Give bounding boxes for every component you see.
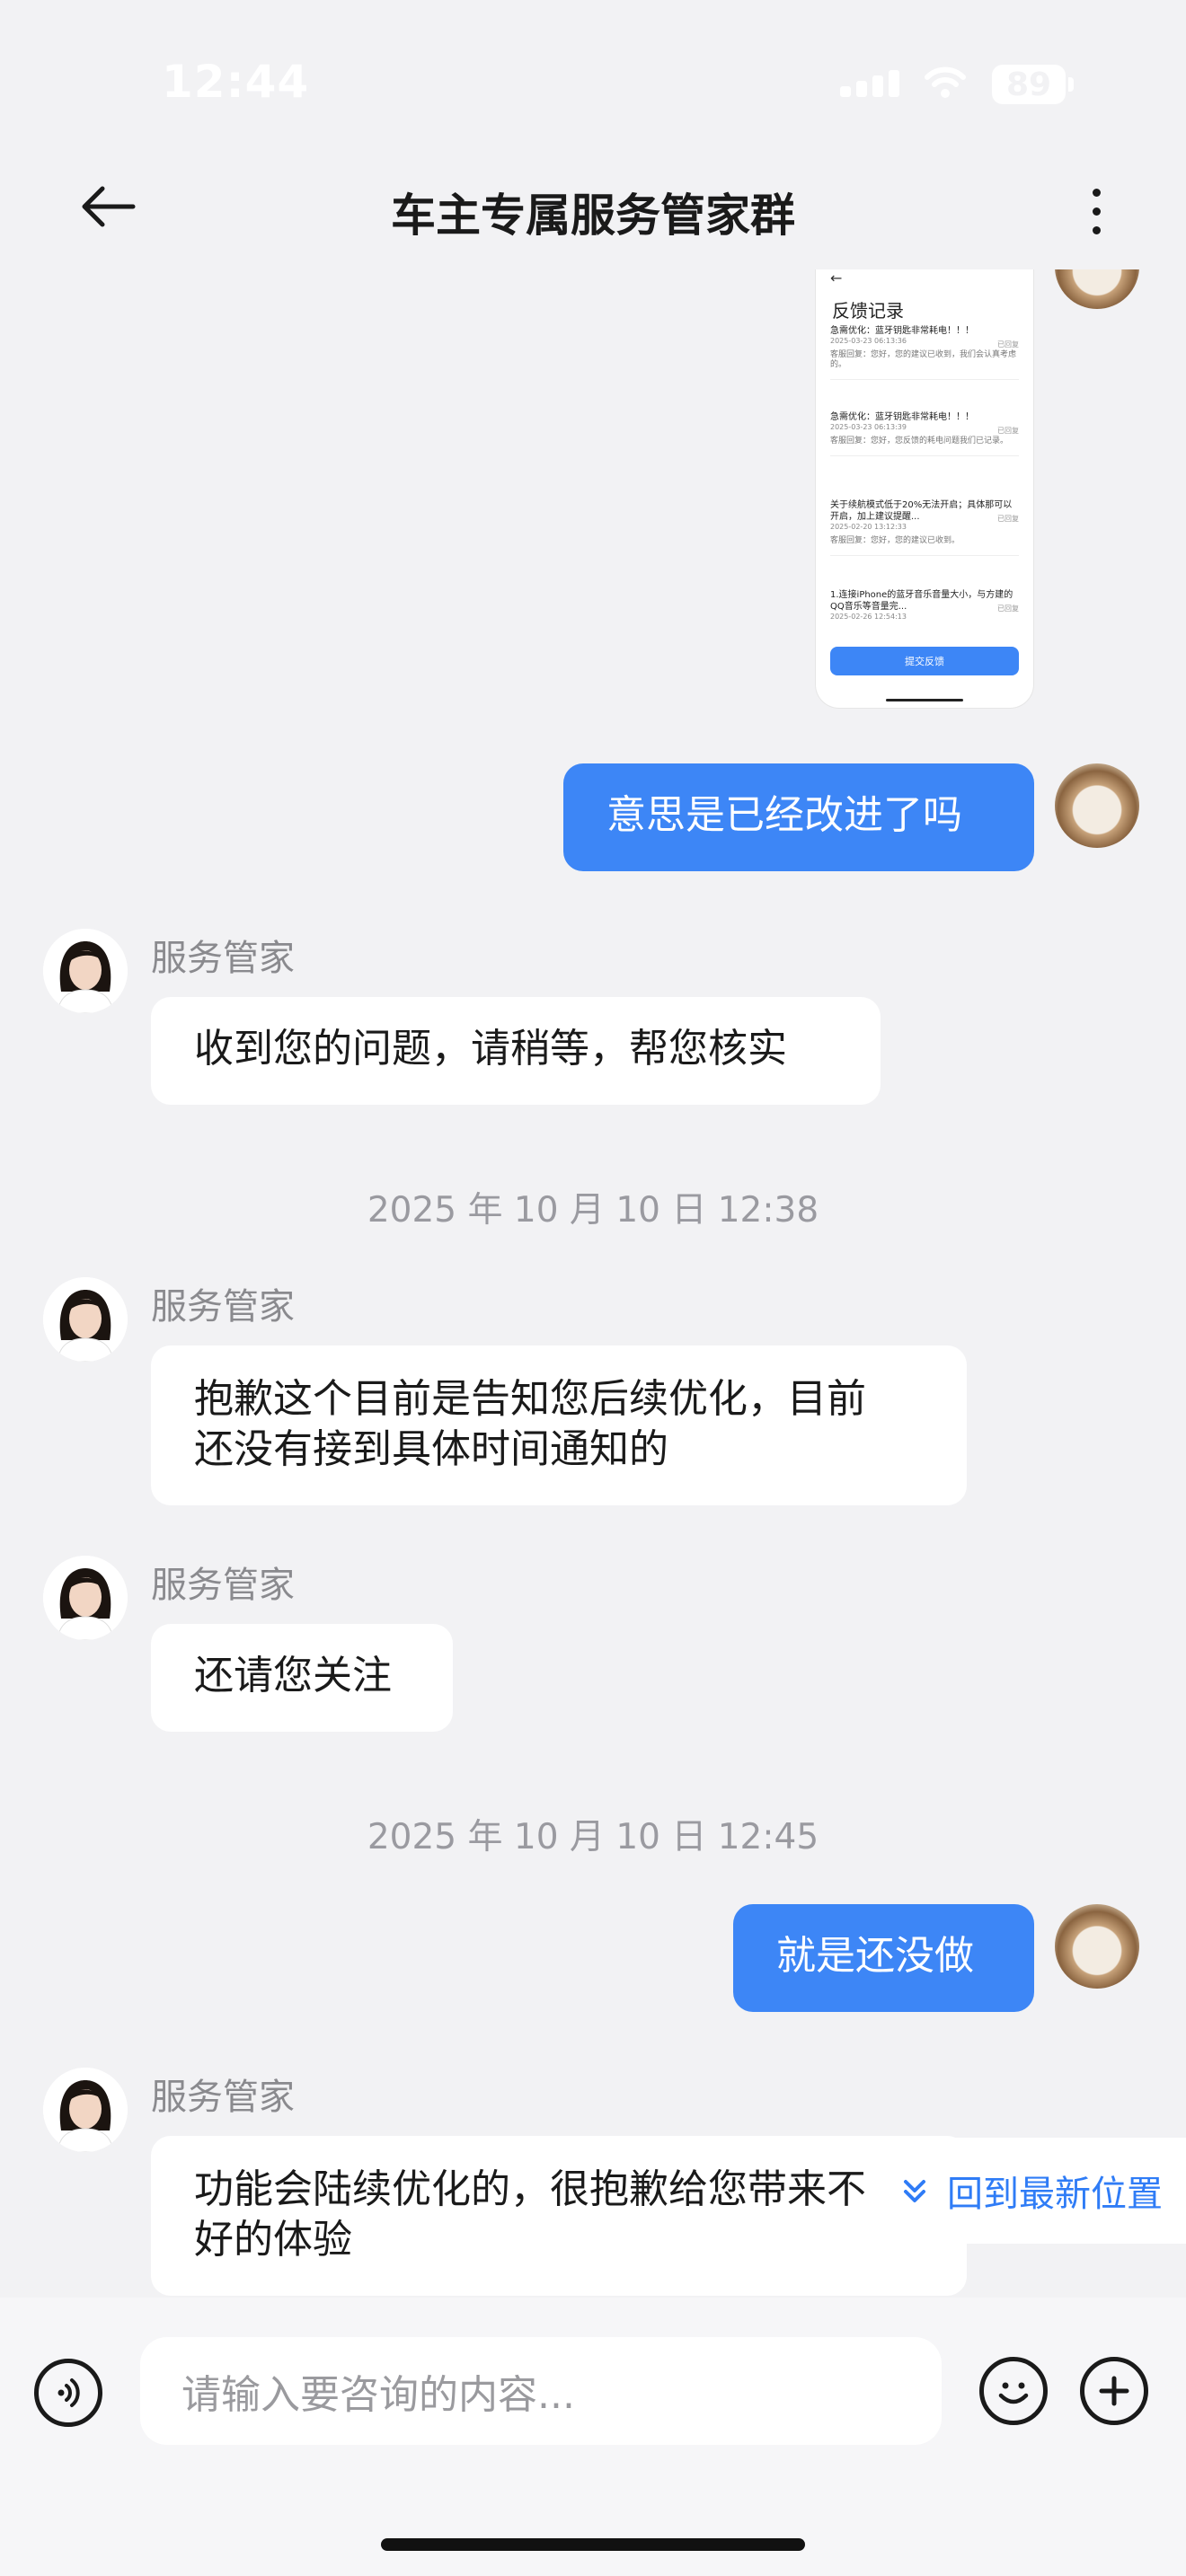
agent-message-line: 抱歉这个目前是告知您后续优化，目前 [194, 1376, 866, 1422]
agent-avatar[interactable] [43, 1556, 128, 1640]
plus-icon [1099, 2376, 1129, 2406]
message-input[interactable]: 请输入要咨询的内容... [140, 2337, 942, 2445]
chat-area[interactable]: ← 反馈记录 急需优化：蓝牙钥匙非常耗电！！！ 2025-03-23 06:13… [0, 269, 1186, 2298]
agent-message: 收到您的问题，请稍等，帮您核实 [151, 997, 881, 1105]
emoji-icon [998, 2382, 1029, 2404]
agent-avatar-image [43, 2068, 128, 2152]
jump-to-latest-label: 回到最新位置 [947, 2174, 1163, 2215]
battery-indicator: 89 [992, 65, 1066, 104]
user-message: 意思是已经改进了吗 [563, 763, 1034, 871]
plus-button[interactable] [1080, 2357, 1148, 2425]
jump-to-latest-button[interactable]: 回到最新位置 [879, 2138, 1186, 2244]
thumb-row-tag: 已回复 [997, 515, 1019, 523]
agent-name: 服务管家 [151, 1286, 295, 1328]
status-time: 12:44 [162, 56, 310, 108]
message-timestamp: 2025 年 10 月 10 日 12:38 [367, 1190, 819, 1231]
thumb-row-date: 2025-03-23 06:13:39 [830, 423, 907, 431]
thumb-row-reply: 客服回复：您好，您的建议已收到，我们会认真考虑的。 [830, 350, 1017, 369]
user-avatar[interactable] [1055, 763, 1139, 848]
thumb-row-date: 2025-03-23 06:13:36 [830, 337, 907, 345]
page-title: 车主专属服务管家群 [391, 190, 795, 242]
wifi-icon [925, 66, 966, 98]
agent-avatar-image [43, 929, 128, 1013]
agent-avatar[interactable] [43, 1277, 128, 1362]
thumb-back-icon: ← [830, 269, 843, 287]
thumb-row-title: 1.连接iPhone的蓝牙音乐音量大小，与方建的QQ音乐等音量完... [830, 590, 1013, 612]
more-button[interactable] [1069, 180, 1123, 243]
agent-avatar[interactable] [43, 929, 128, 1013]
agent-message: 功能会陆续优化的，很抱歉给您带来不 好的体验 [151, 2136, 967, 2296]
thumb-home-indicator [886, 699, 963, 701]
message-timestamp: 2025 年 10 月 10 日 12:45 [367, 1817, 819, 1857]
thumb-row-reply: 客服回复：您好，您反馈的耗电问题我们已记录。 [830, 437, 1009, 446]
more-vertical-icon [1092, 188, 1101, 197]
thumb-row-date: 2025-02-26 12:54:13 [830, 613, 907, 621]
more-dot [1092, 225, 1101, 234]
agent-message: 抱歉这个目前是告知您后续优化，目前 还没有接到具体时间通知的 [151, 1345, 967, 1505]
voice-button[interactable] [34, 2359, 102, 2427]
agent-message-line: 好的体验 [194, 2217, 352, 2263]
thumb-row-tag: 已回复 [997, 604, 1019, 613]
thumb-row: 关于续航模式低于20%无法开启；具体那可以开启，加上建议提醒... 2025-0… [830, 499, 1019, 556]
thumb-row-title: 关于续航模式低于20%无法开启；具体那可以开启，加上建议提醒... [830, 500, 1013, 522]
home-indicator [381, 2538, 805, 2551]
voice-icon [58, 2378, 80, 2407]
agent-name: 服务管家 [151, 938, 295, 979]
signal-icon [840, 70, 903, 97]
user-message: 就是还没做 [733, 1904, 1034, 2012]
thumb-row: 1.连接iPhone的蓝牙音乐音量大小，与方建的QQ音乐等音量完... 2025… [830, 589, 1019, 621]
more-dot [1092, 207, 1101, 216]
agent-name: 服务管家 [151, 1565, 295, 1606]
thumb-row-tag: 已回复 [997, 340, 1019, 348]
agent-message-line: 功能会陆续优化的，很抱歉给您带来不 [194, 2166, 866, 2212]
thumb-row: 急需优化：蓝牙钥匙非常耗电！！！ 2025-03-23 06:13:39 已回复… [830, 411, 1019, 456]
emoji-button[interactable] [979, 2357, 1048, 2425]
battery-tip [1068, 77, 1074, 92]
agent-message-line: 还没有接到具体时间通知的 [194, 1426, 668, 1472]
agent-avatar-image [43, 1556, 128, 1640]
thumb-row-title: 急需优化：蓝牙钥匙非常耗电！！！ [830, 326, 974, 336]
double-chevron-down-icon [904, 2180, 925, 2202]
arrow-left-icon [82, 186, 136, 227]
thumb-row-reply: 客服回复：您好，您的建议已收到。 [830, 536, 960, 545]
user-avatar[interactable] [1055, 269, 1139, 309]
thumb-row: 急需优化：蓝牙钥匙非常耗电！！！ 2025-03-23 06:13:36 已回复… [830, 325, 1019, 380]
agent-avatar[interactable] [43, 2068, 128, 2152]
thumb-title: 反馈记录 [832, 300, 904, 322]
thumb-row-title: 急需优化：蓝牙钥匙非常耗电！！！ [830, 412, 974, 422]
back-button[interactable] [72, 175, 144, 238]
agent-avatar-image [43, 1277, 128, 1362]
agent-name: 服务管家 [151, 2077, 295, 2118]
user-avatar[interactable] [1055, 1904, 1139, 1989]
thumb-submit-button: 提交反馈 [830, 647, 1019, 675]
screenshot-image-message[interactable]: ← 反馈记录 急需优化：蓝牙钥匙非常耗电！！！ 2025-03-23 06:13… [816, 269, 1033, 708]
thumb-row-date: 2025-02-20 13:12:33 [830, 523, 907, 531]
agent-message: 还请您关注 [151, 1624, 453, 1732]
thumb-row-tag: 已回复 [997, 427, 1019, 435]
